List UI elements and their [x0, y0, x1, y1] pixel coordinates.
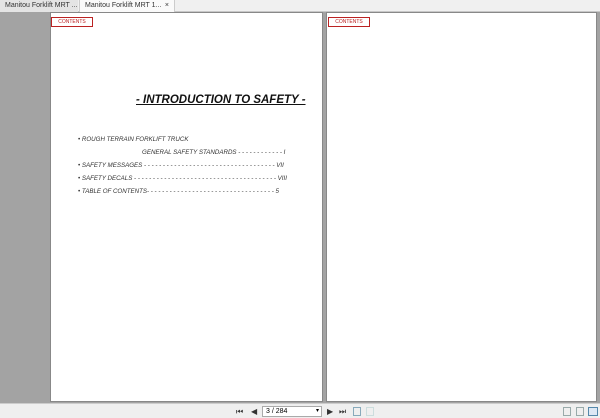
toc-item[interactable]: GENERAL SAFETY STANDARDS - - - - - - - -…	[142, 149, 285, 156]
navigation-bar: ⏮ ◀ 3 / 284 ▾ ▶ ⏭	[0, 403, 600, 418]
contents-button[interactable]: CONTENTS	[328, 17, 370, 27]
prev-page-icon[interactable]: ◀	[251, 406, 257, 417]
copy-icon[interactable]	[353, 407, 361, 416]
page-title: - INTRODUCTION TO SAFETY -	[136, 94, 306, 106]
next-page-icon[interactable]: ▶	[327, 406, 333, 417]
first-page-icon[interactable]: ⏮	[236, 406, 243, 417]
toc-item[interactable]: • SAFETY DECALS - - - - - - - - - - - - …	[78, 175, 287, 182]
tab-document-1[interactable]: Manitou Forklift MRT ...	[0, 0, 78, 12]
page-number-value: 3 / 284	[266, 408, 288, 415]
two-page-view-icon[interactable]	[588, 407, 598, 416]
toc-item[interactable]: • TABLE OF CONTENTS- - - - - - - - - - -…	[78, 188, 279, 195]
tab-document-2[interactable]: Manitou Forklift MRT 1... ×	[79, 0, 175, 12]
tab-label: Manitou Forklift MRT 1...	[85, 2, 162, 9]
single-page-view-icon[interactable]	[563, 407, 571, 416]
close-icon[interactable]: ×	[165, 0, 169, 12]
contents-button[interactable]: CONTENTS	[51, 17, 93, 27]
toc-item[interactable]: • ROUGH TERRAIN FORKLIFT TRUCK	[78, 136, 188, 143]
pdf-page-right: CONTENTS	[326, 12, 597, 402]
last-page-icon[interactable]: ⏭	[339, 406, 346, 417]
tab-label: Manitou Forklift MRT ...	[5, 2, 78, 9]
page-number-input[interactable]: 3 / 284 ▾	[262, 406, 322, 417]
chevron-down-icon[interactable]: ▾	[316, 407, 319, 416]
continuous-view-icon[interactable]	[576, 407, 584, 416]
paste-icon[interactable]	[366, 407, 374, 416]
pdf-page-left: CONTENTS - INTRODUCTION TO SAFETY - • RO…	[50, 12, 323, 402]
toc-item[interactable]: • SAFETY MESSAGES - - - - - - - - - - - …	[78, 162, 284, 169]
tab-bar: Manitou Forklift MRT ... Manitou Forklif…	[0, 0, 600, 12]
